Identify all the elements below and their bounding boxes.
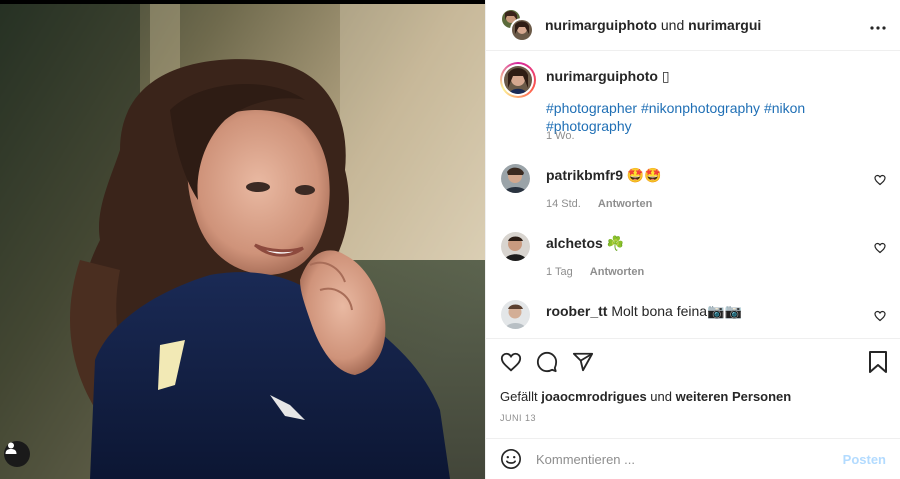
avatar[interactable] [501,164,530,193]
post-comment-button[interactable]: Posten [843,452,886,467]
likes-others[interactable]: weiteren Personen [676,389,792,404]
comment-text: roober_tt Molt bona feina📷📷 [546,302,866,320]
reply-button[interactable]: Antworten [590,266,644,278]
likes-user[interactable]: joaocmrodrigues [541,389,646,404]
post-actions: Gefällt joaocmrodrigues und weiteren Per… [486,338,900,438]
comment-body: Molt bona feina📷📷 [611,303,742,319]
post-viewer: nurimarguiphoto und nurimargui nurimargu… [0,0,900,479]
photo-top-edge [0,0,485,4]
story-ring[interactable] [500,62,536,98]
emoji-icon[interactable] [500,448,522,470]
caption-time[interactable]: 1 Wo. [546,130,575,142]
comment-body: ☘️ [606,235,625,251]
collaborator-username[interactable]: nurimargui [688,17,761,33]
avatar[interactable] [504,66,532,94]
post-photo[interactable] [0,0,485,479]
comment-username[interactable]: patrikbmfr9 [546,167,623,183]
comment-meta: 14 Std. Antworten [546,198,652,210]
comment-username[interactable]: alchetos [546,235,603,251]
post-details-panel: nurimarguiphoto und nurimargui nurimargu… [485,0,900,479]
post-header: nurimarguiphoto und nurimargui [486,0,900,51]
likes-connector: und [650,389,672,404]
caption-hashtags[interactable]: #photographer #nikonphotography #nikon #… [546,99,866,135]
author-username[interactable]: nurimarguiphoto [545,17,657,33]
comment-composer: Kommentieren ... Posten [486,438,900,479]
avatar[interactable] [501,232,530,261]
action-icons [500,351,594,373]
share-send-icon[interactable] [572,351,594,373]
comment-username[interactable]: roober_tt [546,303,607,319]
comment-text: patrikbmfr9 🤩🤩 [546,166,866,184]
portrait-image [0,0,485,479]
avatar[interactable] [501,300,530,329]
post-date[interactable]: JUNI 13 [500,413,536,423]
author-connector: und [660,17,685,33]
post-authors: nurimarguiphoto und nurimargui [545,17,761,33]
like-comment-heart-icon[interactable] [874,242,886,254]
likes-summary: Gefällt joaocmrodrigues und weiteren Per… [500,389,791,404]
comment-time[interactable]: 14 Std. [546,198,581,210]
comment-body: 🤩🤩 [626,167,662,183]
likes-prefix: Gefällt [500,389,538,404]
collab-avatars[interactable] [500,8,534,42]
comment-input[interactable]: Kommentieren ... [536,452,843,467]
avatar[interactable] [510,18,534,42]
comment-text: alchetos ☘️ [546,234,866,252]
comments-list[interactable]: nurimarguiphoto ▯ #photographer #nikonph… [486,52,900,338]
comment-item: patrikbmfr9 🤩🤩 14 Std. Antworten [500,164,886,224]
comment-item: roober_tt Molt bona feina📷📷 [500,300,886,338]
comment-meta: 1 Tag Antworten [546,266,644,278]
like-comment-heart-icon[interactable] [874,174,886,186]
comment-time[interactable]: 1 Tag [546,266,573,278]
tagged-users-button[interactable] [4,441,30,467]
caption-username[interactable]: nurimarguiphoto [546,68,658,84]
caption-text: nurimarguiphoto ▯ [546,67,866,85]
comment-item: alchetos ☘️ 1 Tag Antworten [500,232,886,292]
more-options-button[interactable] [870,14,886,35]
like-heart-icon[interactable] [500,351,522,373]
like-comment-heart-icon[interactable] [874,310,886,322]
user-icon [5,442,17,454]
comment-icon[interactable] [536,351,558,373]
save-bookmark-icon[interactable] [868,351,888,373]
more-horizontal-icon [870,26,886,30]
caption-trail: ▯ [661,68,670,84]
reply-button[interactable]: Antworten [598,198,652,210]
caption-row: nurimarguiphoto ▯ #photographer #nikonph… [500,62,886,152]
